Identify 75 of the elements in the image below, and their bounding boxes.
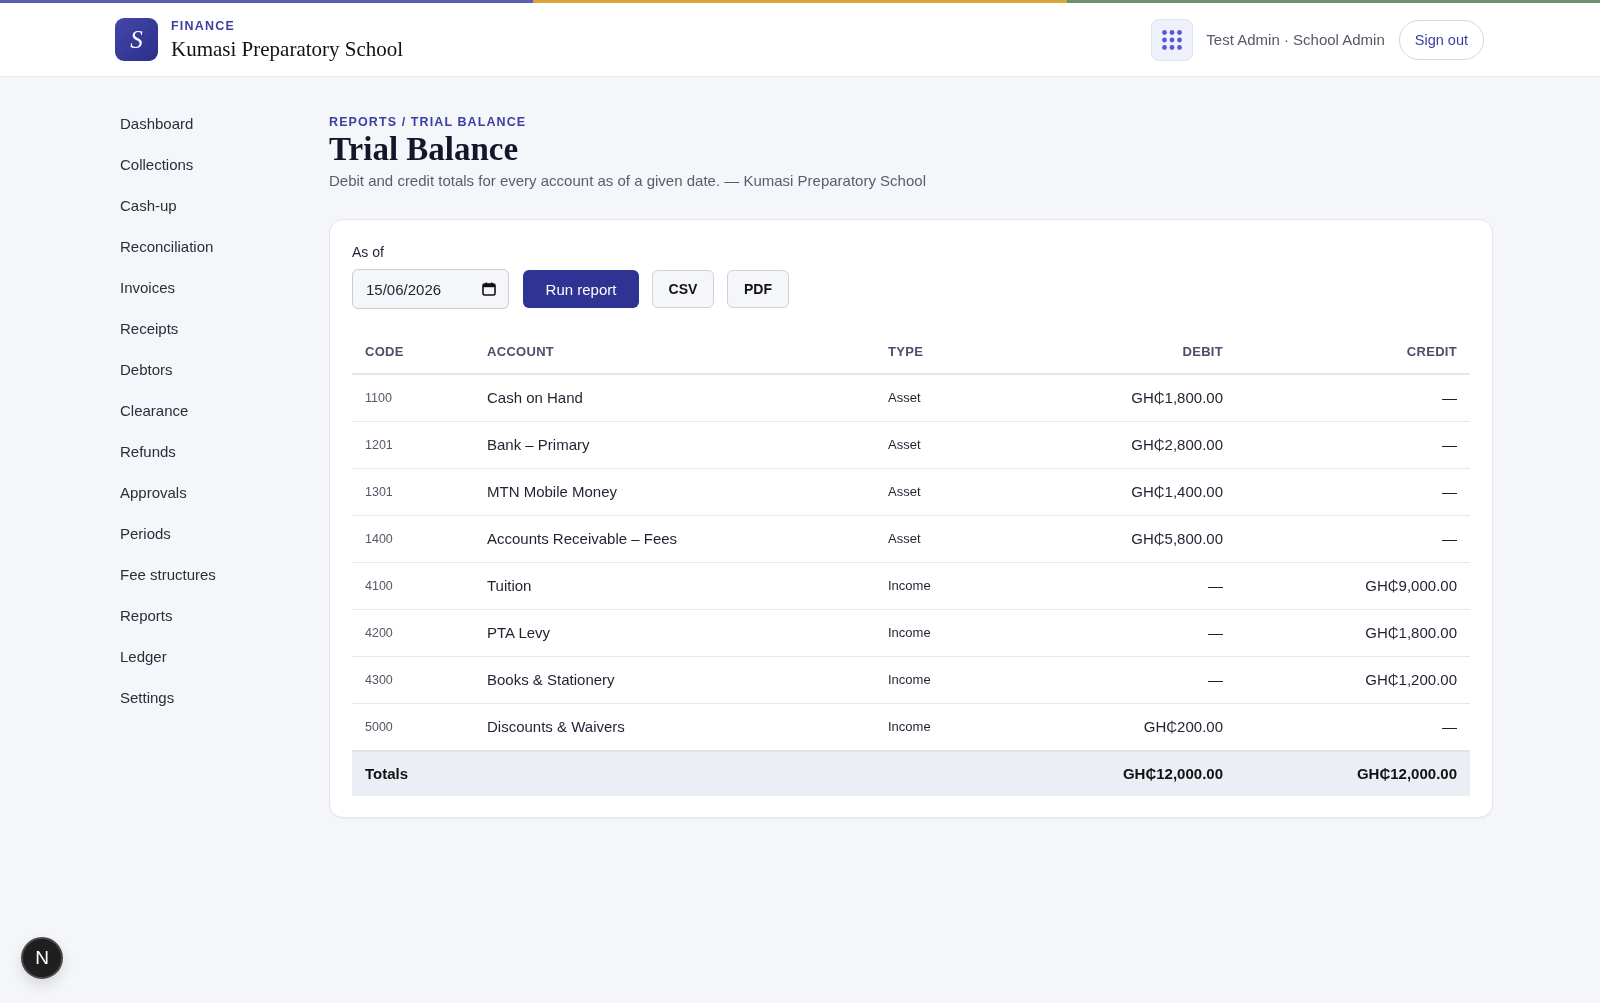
table-cell: 1301 bbox=[352, 468, 474, 516]
table-cell: — bbox=[1236, 421, 1470, 469]
table-cell: — bbox=[1236, 468, 1470, 516]
table-cell: GH₵1,200.00 bbox=[1236, 656, 1470, 704]
table-cell: — bbox=[1236, 515, 1470, 563]
date-field[interactable]: 15/06/2026 bbox=[352, 269, 509, 309]
table-cell: 1201 bbox=[352, 421, 474, 469]
table-cell: 4100 bbox=[352, 562, 474, 610]
table-cell: — bbox=[1055, 609, 1236, 657]
user-name: Test Admin · School Admin bbox=[1206, 31, 1385, 48]
nav-link[interactable]: Fee structures bbox=[115, 554, 221, 595]
nav-link[interactable]: Invoices bbox=[115, 267, 181, 308]
nav-link[interactable]: Debtors bbox=[115, 349, 178, 390]
sign-out-button[interactable]: Sign out bbox=[1398, 19, 1484, 60]
school-name: Kumasi Preparatory School bbox=[171, 36, 404, 61]
nav-link[interactable]: Collections bbox=[115, 144, 199, 185]
table-cell: MTN Mobile Money bbox=[474, 468, 875, 516]
total-amount: GH₵12,000.00 bbox=[1055, 751, 1236, 796]
table-cell: — bbox=[1055, 656, 1236, 704]
export-button[interactable]: PDF bbox=[727, 270, 789, 308]
table-cell: 4200 bbox=[352, 609, 474, 657]
table-cell: Books & Stationery bbox=[474, 656, 875, 704]
table-cell: Tuition bbox=[474, 562, 875, 610]
nav-link[interactable]: Settings bbox=[115, 677, 180, 718]
table-cell: Cash on Hand bbox=[474, 374, 875, 422]
nav-link[interactable]: Reconciliation bbox=[115, 226, 219, 267]
table-cell: GH₵5,800.00 bbox=[1055, 515, 1236, 563]
table-cell: 1400 bbox=[352, 515, 474, 563]
table-cell: Asset bbox=[875, 421, 1055, 469]
page-subtitle: Debit and credit totals for every account as of a given date. — Kumasi Preparatory School bbox=[329, 171, 927, 191]
table-cell: GH₵9,000.00 bbox=[1236, 562, 1470, 610]
column-header: DEBIT bbox=[1055, 331, 1236, 374]
table-cell: GH₵1,800.00 bbox=[1236, 609, 1470, 657]
table-cell: Asset bbox=[875, 374, 1055, 422]
nav-link[interactable]: Cash-up bbox=[115, 185, 182, 226]
table-cell: GH₵1,400.00 bbox=[1055, 468, 1236, 516]
page-title: Trial Balance bbox=[329, 130, 520, 168]
column-header: TYPE bbox=[875, 331, 1055, 374]
table-cell: Income bbox=[875, 609, 1055, 657]
nav-link[interactable]: Clearance bbox=[115, 390, 194, 431]
table-cell: — bbox=[1236, 374, 1470, 422]
dev-tools-button[interactable]: N bbox=[21, 937, 63, 979]
table-cell: 4300 bbox=[352, 656, 474, 704]
totals-label: Totals bbox=[352, 751, 474, 796]
table-cell: 1100 bbox=[352, 374, 474, 422]
table-cell: Asset bbox=[875, 468, 1055, 516]
nav-link[interactable]: Reports bbox=[115, 595, 178, 636]
school-logo: S bbox=[115, 18, 158, 61]
grid-icon bbox=[1162, 29, 1183, 50]
nav-link[interactable]: Ledger bbox=[115, 636, 172, 677]
nav-link[interactable]: Receipts bbox=[115, 308, 184, 349]
date-label: As of bbox=[352, 243, 385, 261]
table-cell: Bank – Primary bbox=[474, 421, 875, 469]
table-cell: PTA Levy bbox=[474, 609, 875, 657]
table-cell: Accounts Receivable – Fees bbox=[474, 515, 875, 563]
breadcrumb: REPORTS / TRIAL BALANCE bbox=[329, 114, 528, 130]
table-cell: GH₵2,800.00 bbox=[1055, 421, 1236, 469]
total-amount: GH₵12,000.00 bbox=[1236, 751, 1470, 796]
apps-button[interactable] bbox=[1151, 18, 1194, 61]
nav-link[interactable]: Dashboard bbox=[115, 103, 199, 144]
nav-link[interactable]: Periods bbox=[115, 513, 176, 554]
export-button[interactable]: CSV bbox=[652, 270, 714, 308]
column-header: CODE bbox=[352, 331, 474, 374]
table-cell: GH₵1,800.00 bbox=[1055, 374, 1236, 422]
run-report-button[interactable]: Run report bbox=[523, 270, 639, 308]
table-cell: Income bbox=[875, 562, 1055, 610]
column-header: ACCOUNT bbox=[474, 331, 875, 374]
column-header: CREDIT bbox=[1236, 331, 1470, 374]
table-cell: Asset bbox=[875, 515, 1055, 563]
calendar-icon bbox=[482, 282, 496, 296]
nav-link[interactable]: Refunds bbox=[115, 431, 181, 472]
table-cell: Income bbox=[875, 656, 1055, 704]
table-cell: — bbox=[1055, 562, 1236, 610]
section-label: FINANCE bbox=[171, 18, 236, 33]
nav-link[interactable]: Approvals bbox=[115, 472, 192, 513]
